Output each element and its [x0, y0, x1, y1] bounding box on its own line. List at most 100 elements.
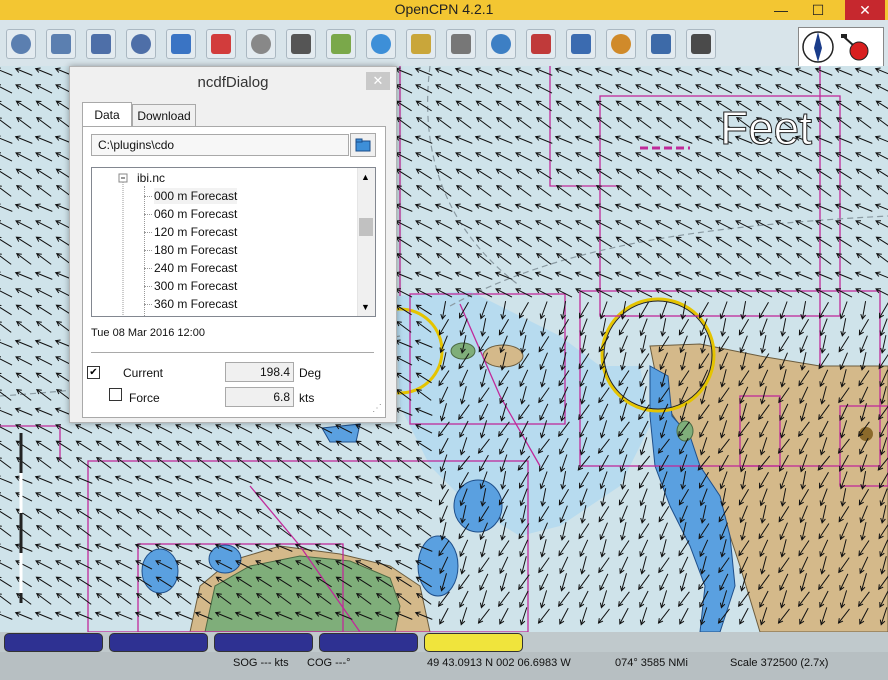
route-icon	[171, 34, 191, 54]
help-icon	[651, 34, 671, 54]
chart-scale-bar	[14, 433, 28, 603]
grib-icon	[691, 34, 711, 54]
maximize-button[interactable]: ☐	[803, 0, 833, 20]
data-tab-panel: C:\plugins\cdo ibi.nc 000 m Forecast 060 …	[82, 126, 386, 418]
force-checkbox[interactable]	[109, 388, 122, 401]
toolbar-button-route[interactable]	[166, 29, 196, 59]
window-title: OpenCPN 4.2.1	[394, 1, 494, 17]
chart-quilt-button[interactable]	[424, 633, 523, 652]
toolbar-button-grib[interactable]	[686, 29, 716, 59]
color-scheme-icon	[571, 34, 591, 54]
resize-grip-icon[interactable]: ⋰	[372, 403, 382, 414]
dialog-titlebar[interactable]: ncdfDialog ✕	[70, 67, 396, 98]
close-button[interactable]: ✕	[845, 0, 885, 20]
tree-connector	[144, 304, 152, 305]
tree-connector	[144, 196, 152, 197]
chart-quilt-button[interactable]	[319, 633, 418, 652]
tree-item-forecast[interactable]: 120 m Forecast	[154, 224, 237, 240]
sog-readout: SOG --- kts	[233, 657, 289, 669]
current-checkbox[interactable]: ✔	[87, 366, 100, 379]
bearing-readout: 074° 3585 NMi	[615, 657, 688, 669]
follow-ship-icon	[211, 34, 231, 54]
tree-item-forecast[interactable]: 240 m Forecast	[154, 260, 237, 276]
toolbar-button-track[interactable]	[526, 29, 556, 59]
islet-3	[676, 420, 694, 442]
toolbar-button-current-tide[interactable]	[326, 29, 356, 59]
toolbar-button-mob[interactable]	[606, 29, 636, 59]
shoal-1	[453, 479, 503, 533]
tab-download[interactable]: Download	[132, 104, 196, 126]
path-input[interactable]: C:\plugins\cdo	[91, 134, 349, 156]
print-icon	[451, 34, 471, 54]
force-value: 6.8	[225, 387, 294, 407]
tree-lines	[118, 173, 128, 316]
current-label: Current	[123, 366, 164, 380]
shoal-4	[208, 544, 242, 574]
toolbar-button-quilt[interactable]	[406, 29, 436, 59]
dialog-close-button[interactable]: ✕	[366, 72, 390, 90]
scroll-thumb[interactable]	[359, 218, 373, 236]
tree-branch-line	[144, 186, 145, 316]
scroll-down-icon[interactable]: ▼	[361, 302, 370, 312]
route-manager-icon	[491, 34, 511, 54]
zoom-in-icon	[11, 34, 31, 54]
tree-connector	[144, 214, 152, 215]
scale-out-icon	[131, 34, 151, 54]
scroll-up-icon[interactable]: ▲	[361, 172, 370, 182]
main-toolbar	[0, 20, 888, 66]
toolbar-button-print[interactable]	[446, 29, 476, 59]
settings-icon	[251, 34, 271, 54]
mob-icon	[611, 34, 631, 54]
compass-widget[interactable]	[798, 27, 884, 67]
forecast-tree[interactable]: ibi.nc 000 m Forecast 060 m Forecast 120 m…	[91, 167, 376, 317]
chart-quilt-button[interactable]	[109, 633, 208, 652]
forecast-datetime: Tue 08 Mar 2016 12:00	[91, 327, 205, 339]
ncdf-dialog: ncdfDialog ✕ Data Download C:\plugins\cd…	[69, 66, 397, 423]
current-unit: Deg	[299, 366, 322, 380]
toolbar-button-scale-in[interactable]	[86, 29, 116, 59]
zoom-out-icon	[51, 34, 71, 54]
current-tide-icon	[331, 34, 351, 54]
tab-data[interactable]: Data	[82, 102, 132, 126]
tree-item-forecast[interactable]: 180 m Forecast	[154, 242, 237, 258]
tree-connector	[144, 268, 152, 269]
quilt-icon	[411, 34, 431, 54]
tree-item-forecast[interactable]: 060 m Forecast	[154, 206, 237, 222]
separator	[91, 352, 374, 353]
cog-readout: COG ---°	[307, 657, 351, 669]
tree-item-forecast[interactable]: 360 m Forecast	[154, 296, 237, 312]
dialog-title: ncdfDialog	[197, 74, 269, 91]
shoal-3	[417, 535, 459, 597]
tree-item-forecast[interactable]: 000 m Forecast	[154, 188, 238, 204]
toolbar-button-route-manager[interactable]	[486, 29, 516, 59]
toolbar-button-settings[interactable]	[246, 29, 276, 59]
chart-quilt-button[interactable]	[214, 633, 313, 652]
buoy-marker	[859, 427, 873, 441]
tree-item-forecast[interactable]: 300 m Forecast	[154, 278, 237, 294]
tree-connector	[144, 286, 152, 287]
tree-root-node[interactable]: ibi.nc	[137, 170, 165, 186]
track-icon	[531, 34, 551, 54]
browse-button[interactable]	[350, 133, 376, 157]
tree-scrollbar[interactable]: ▲ ▼	[357, 168, 375, 316]
toolbar-button-color-scheme[interactable]	[566, 29, 596, 59]
position-readout: 49 43.0913 N 002 06.6983 W	[427, 657, 571, 669]
scale-in-icon	[91, 34, 111, 54]
status-bar: SOG --- kts COG ---° 49 43.0913 N 002 06…	[0, 632, 888, 680]
toolbar-button-tide[interactable]	[366, 29, 396, 59]
toolbar-button-text[interactable]	[286, 29, 316, 59]
chart-quilt-button[interactable]	[4, 633, 103, 652]
shoal-2	[141, 548, 179, 594]
toolbar-button-scale-out[interactable]	[126, 29, 156, 59]
toolbar-button-zoom-out[interactable]	[46, 29, 76, 59]
toolbar-button-help[interactable]	[646, 29, 676, 59]
compass-icon	[802, 31, 869, 63]
status-row: SOG --- kts COG ---° 49 43.0913 N 002 06…	[0, 652, 888, 680]
text-icon	[291, 34, 311, 54]
tide-icon	[371, 34, 391, 54]
tree-connector	[144, 232, 152, 233]
minimize-button[interactable]: —	[766, 0, 796, 20]
force-unit: kts	[299, 391, 315, 405]
toolbar-button-zoom-in[interactable]	[6, 29, 36, 59]
toolbar-button-follow-ship[interactable]	[206, 29, 236, 59]
